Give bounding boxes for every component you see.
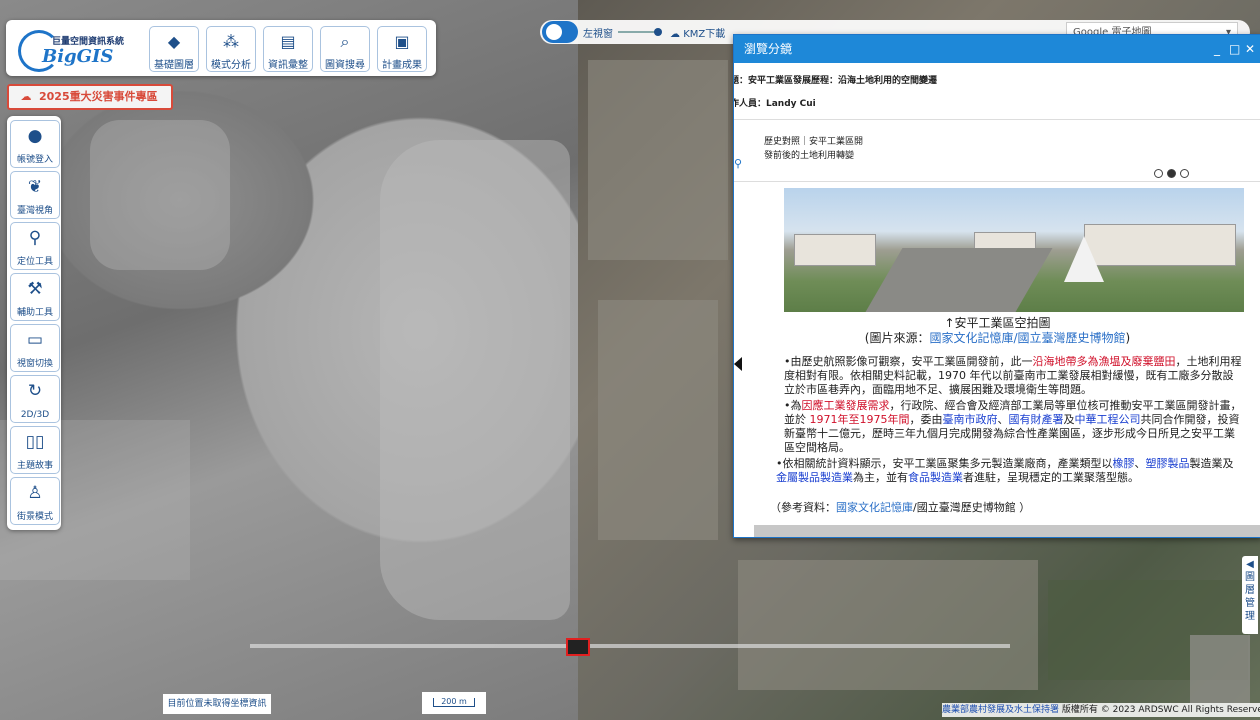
opacity-slider[interactable] <box>618 28 662 36</box>
swipe-handle[interactable] <box>566 638 590 656</box>
cloud-download-icon: ☁ <box>670 29 684 40</box>
left-view-toggle[interactable] <box>542 21 578 43</box>
reference-text: （參考資料：國家文化記憶庫/國立臺灣歷史博物館 ） <box>770 501 1031 514</box>
pager-dots[interactable] <box>1154 163 1194 182</box>
search-icon: ⌕ <box>340 32 350 51</box>
sidebar-item-taiwan-view[interactable]: ❦ 臺灣視角 <box>10 171 60 219</box>
close-icon[interactable]: ✕ <box>1245 35 1255 63</box>
base-layers-button[interactable]: ◆ 基礎圖層 <box>149 26 199 72</box>
pager-dot-1[interactable] <box>1154 169 1163 178</box>
street-view-icon: ♙ <box>27 483 43 503</box>
3d-icon: ↻ <box>27 381 43 401</box>
model-analysis-button[interactable]: ⁂ 模式分析 <box>206 26 256 72</box>
horizontal-scrollbar[interactable] <box>754 525 1260 537</box>
industrial-area-photo <box>784 188 1244 312</box>
sidebar-item-login[interactable]: ● 帳號登入 <box>10 120 60 168</box>
pager-dot-3[interactable] <box>1180 169 1189 178</box>
dialog-title: 瀏覽分鏡 <box>744 42 793 56</box>
minimize-icon[interactable]: _ <box>1214 35 1220 63</box>
swipe-line <box>250 644 1010 648</box>
top-panel: 巨量空間資訊系統 BigGIS ◆ 基礎圖層 ⁂ 模式分析 ▤ 資訊彙整 ⌕ 圖… <box>6 20 436 76</box>
storyboard-dialog: 瀏覽分鏡 _ □ ✕ 題：安平工業區發展歷程：沿海土地利用的空間變遷 作人員：L… <box>733 34 1260 538</box>
kmz-download-button[interactable]: ☁ KMZ下載 <box>670 25 725 40</box>
paragraph-3: •依相關統計資料顯示，安平工業區聚集多元製造業廠商，產業類型以橡膠、塑膠製品製造… <box>776 457 1234 484</box>
map-search-button[interactable]: ⌕ 圖資搜尋 <box>320 26 370 72</box>
analysis-icon: ⁂ <box>223 32 239 51</box>
dialog-header[interactable]: 瀏覽分鏡 _ □ ✕ <box>734 35 1260 63</box>
paragraph-2: •為因應工業發展需求，行政院、經合會及經濟部工業局等單位核可推動安平工業區開發計… <box>784 399 1242 454</box>
logo-en: BigGIS <box>42 46 114 67</box>
agency-link[interactable]: 農業部農村發展及水土保持署 <box>942 705 1059 715</box>
book-icon: ▯▯ <box>25 432 45 452</box>
coordinate-readout: 目前位置未取得坐標資訊 <box>163 694 271 714</box>
tools-icon: ⚒ <box>27 279 43 299</box>
paragraph-1: •由歷史航照影像可觀察，安平工業區開發前，此一沿海地帶多為漁塭及廢棄鹽田，土地利… <box>784 355 1242 396</box>
taiwan-icon: ❦ <box>27 177 43 197</box>
sidebar-item-window-switch[interactable]: ▭ 視窗切換 <box>10 324 60 372</box>
image-icon: ▣ <box>394 32 410 51</box>
author-text: 作人員：Landy Cui <box>733 99 816 109</box>
reference-link[interactable]: 國家文化記憶庫 <box>836 501 913 514</box>
biggis-logo[interactable]: 巨量空間資訊系統 BigGIS <box>14 26 144 72</box>
left-sidebar: ● 帳號登入 ❦ 臺灣視角 ⚲ 定位工具 ⚒ 輔助工具 ▭ 視窗切換 ↻ 2D/3D ▯▯ 主… <box>7 116 61 530</box>
layers-icon: ◆ <box>167 32 181 51</box>
minimap-thumbnail[interactable] <box>1190 635 1250 703</box>
sidebar-item-story[interactable]: ▯▯ 主題故事 <box>10 426 60 474</box>
window-icon: ▭ <box>26 330 44 350</box>
sidebar-item-locate[interactable]: ⚲ 定位工具 <box>10 222 60 270</box>
disaster-banner[interactable]: ☁ 2025重大災害事件專區 <box>7 84 173 110</box>
layer-manager-tab[interactable]: ◀圖層管理 <box>1242 556 1258 634</box>
file-location-icon: ▤ <box>280 32 296 51</box>
topic-text: 題：安平工業區發展歷程：沿海土地利用的空間變遷 <box>733 76 938 86</box>
project-results-button[interactable]: ▣ 計畫成果 <box>377 26 427 72</box>
photo-source: (圖片來源：國家文化記憶庫/國立臺灣歷史博物館) <box>864 331 1131 345</box>
sidebar-item-2d3d[interactable]: ↻ 2D/3D <box>10 375 60 423</box>
prev-arrow-icon[interactable] <box>734 357 742 371</box>
map-pin-icon[interactable]: ⚲ <box>734 157 742 170</box>
story-label: 歷史對照｜安平工業區開發前後的土地利用轉變 <box>764 137 864 161</box>
sidebar-item-tools[interactable]: ⚒ 輔助工具 <box>10 273 60 321</box>
sidebar-item-street-view[interactable]: ♙ 街景模式 <box>10 477 60 525</box>
pager-dot-2[interactable] <box>1167 169 1176 178</box>
user-icon: ● <box>27 126 43 146</box>
source-link[interactable]: 國家文化記憶庫/國立臺灣歷史博物館 <box>929 331 1125 345</box>
copyright-bar: 農業部農村發展及水土保持署 版權所有 © 2023 ARDSWC All Rig… <box>942 703 1260 717</box>
scale-bar: 200 m <box>422 692 486 714</box>
left-view-label: 左視窗 <box>583 29 613 40</box>
maximize-icon[interactable]: □ <box>1229 35 1240 63</box>
info-summary-button[interactable]: ▤ 資訊彙整 <box>263 26 313 72</box>
map-pin-icon: ⚲ <box>28 228 42 248</box>
storm-cloud-icon: ☁ <box>20 90 32 103</box>
